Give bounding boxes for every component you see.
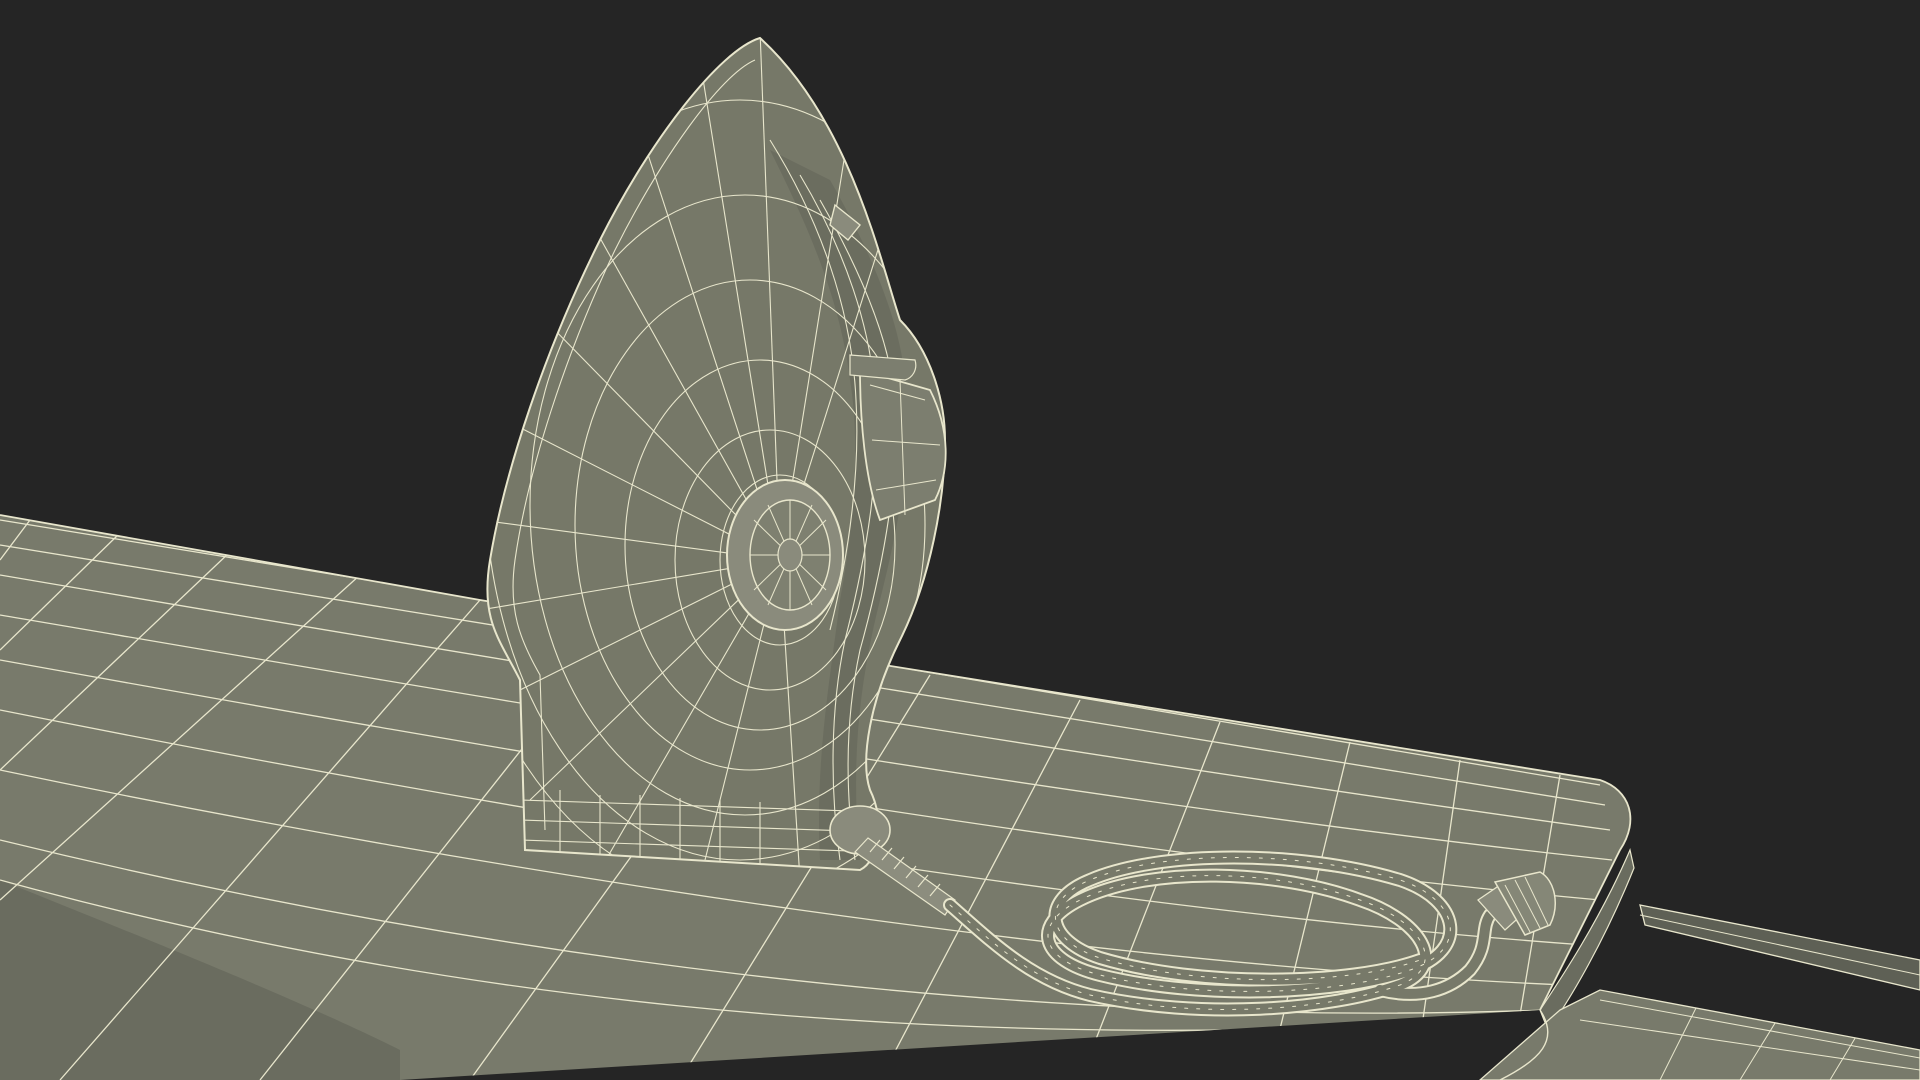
temperature-dial [726,479,844,631]
wireframe-render [0,36,1920,1080]
water-filler [849,354,917,381]
render-viewport [0,0,1920,1080]
